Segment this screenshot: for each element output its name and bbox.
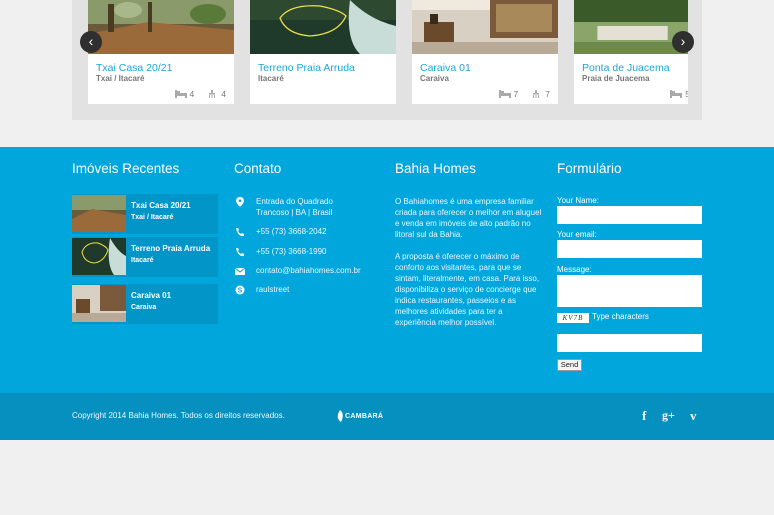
property-stats: 5 [670, 89, 688, 99]
skype-username[interactable]: raulstreet [256, 284, 289, 295]
about-heading: Bahia Homes [395, 161, 477, 176]
message-textarea[interactable] [557, 275, 702, 307]
contact-heading: Contato [234, 161, 282, 176]
name-label: Your Name: [557, 196, 599, 205]
property-title[interactable]: Ponta de Juacema [582, 62, 670, 74]
recent-property-item[interactable]: Terreno Praia Arruda Itacaré [72, 237, 218, 277]
recent-property-thumbnail [72, 195, 126, 232]
leaf-icon [337, 410, 343, 422]
property-title[interactable]: Caraiva 01 [420, 62, 471, 74]
recent-property-thumbnail [72, 238, 126, 275]
shower-icon [209, 90, 216, 98]
contact-phone-2: +55 (73) 3668-1990 [234, 246, 327, 257]
property-location: Txai / Itacaré [96, 74, 145, 83]
recent-property-title[interactable]: Txai Casa 20/21 [131, 201, 191, 210]
address-line-2: Trancoso | BA | Brasil [256, 208, 333, 217]
recent-property-title[interactable]: Caraiva 01 [131, 291, 171, 300]
form-heading: Formulário [557, 161, 622, 176]
about-paragraph-2: A proposta é oferecer o máximo de confor… [395, 252, 540, 327]
bottom-bar: Copyright 2014 Bahia Homes. Todos os dir… [0, 393, 774, 440]
recent-property-item[interactable]: Txai Casa 20/21 Txai / Itacaré [72, 194, 218, 234]
property-card[interactable]: Txai Casa 20/21 Txai / Itacaré 4 4 [88, 0, 234, 104]
phone-number[interactable]: +55 (73) 3668-1990 [256, 246, 327, 257]
bedroom-count: 4 [189, 89, 195, 99]
address-line-1: Entrada do Quadrado [256, 197, 333, 206]
bed-icon [498, 90, 511, 98]
send-button[interactable]: Send [557, 359, 582, 371]
copyright-text: Copyright 2014 Bahia Homes. Todos os dir… [72, 411, 285, 420]
featured-properties-carousel: Txai Casa 20/21 Txai / Itacaré 4 4 Terre… [72, 0, 702, 120]
bed-icon [670, 90, 683, 98]
bathroom-count: 7 [545, 89, 550, 99]
about-text: O Bahiahomes é uma empresa familiar cria… [395, 196, 545, 339]
email-link[interactable]: contato@bahiahomes.com.br [256, 265, 361, 276]
recent-property-location: Txai / Itacaré [131, 214, 174, 221]
chevron-left-icon: ‹ [88, 33, 94, 49]
recent-properties-heading: Imóveis Recentes [72, 161, 180, 176]
captcha-input[interactable] [557, 334, 702, 352]
chevron-right-icon: › [680, 33, 686, 49]
brand-name: CAMBARÁ [345, 412, 384, 420]
property-location: Itacaré [258, 74, 284, 83]
email-label: Your email: [557, 230, 597, 239]
contact-phone-1: +55 (73) 3668-2042 [234, 226, 327, 237]
svg-text:S: S [238, 288, 243, 295]
contact-address: Entrada do Quadrado Trancoso | BA | Bras… [234, 196, 333, 218]
property-stats: 7 7 [498, 89, 550, 99]
property-card[interactable]: Terreno Praia Arruda Itacaré [250, 0, 396, 104]
contact-email: contato@bahiahomes.com.br [234, 265, 361, 276]
carousel-prev-button[interactable]: ‹ [80, 31, 102, 53]
recent-property-location: Caraiva [131, 304, 157, 311]
shower-icon [533, 90, 540, 98]
phone-icon [236, 248, 244, 257]
property-location: Caraiva [420, 74, 449, 83]
message-label: Message: [557, 265, 592, 274]
captcha-image: KV7B [557, 313, 589, 323]
property-card[interactable]: Ponta de Juacema Praia de Juacema 5 [574, 0, 688, 104]
property-title[interactable]: Terreno Praia Arruda [258, 62, 355, 74]
carousel-next-button[interactable]: › [672, 31, 694, 53]
facebook-icon[interactable]: f [642, 408, 646, 424]
bedroom-count: 7 [513, 89, 519, 99]
property-photo [574, 0, 688, 54]
name-input[interactable] [557, 206, 702, 224]
map-pin-icon [236, 197, 244, 207]
phone-icon [236, 228, 244, 237]
cambara-logo[interactable]: CAMBARÁ [335, 409, 383, 423]
bed-icon [174, 90, 187, 98]
property-location: Praia de Juacema [582, 74, 650, 83]
bedroom-count: 5 [685, 89, 688, 99]
property-card[interactable]: Caraiva 01 Caraiva 7 7 [412, 0, 558, 104]
site-footer: Imóveis Recentes Txai Casa 20/21 Txai / … [0, 147, 774, 393]
property-stats: 4 4 [174, 89, 226, 99]
property-photo [250, 0, 396, 54]
recent-property-location: Itacaré [131, 257, 154, 264]
google-plus-icon[interactable]: g+ [662, 408, 675, 423]
email-input[interactable] [557, 240, 702, 258]
skype-icon: S [235, 285, 245, 295]
captcha-label: Type characters [592, 312, 649, 321]
bathroom-count: 4 [221, 89, 226, 99]
phone-number[interactable]: +55 (73) 3668-2042 [256, 226, 327, 237]
property-title[interactable]: Txai Casa 20/21 [96, 62, 172, 74]
about-paragraph-1: O Bahiahomes é uma empresa familiar cria… [395, 197, 542, 239]
property-photo [412, 0, 558, 54]
property-photo [88, 0, 234, 54]
vimeo-icon[interactable]: v [690, 408, 697, 424]
contact-skype: S raulstreet [234, 284, 289, 295]
envelope-icon [234, 267, 246, 275]
recent-property-item[interactable]: Caraiva 01 Caraiva [72, 284, 218, 324]
recent-property-thumbnail [72, 285, 126, 322]
recent-property-title[interactable]: Terreno Praia Arruda [131, 244, 210, 253]
